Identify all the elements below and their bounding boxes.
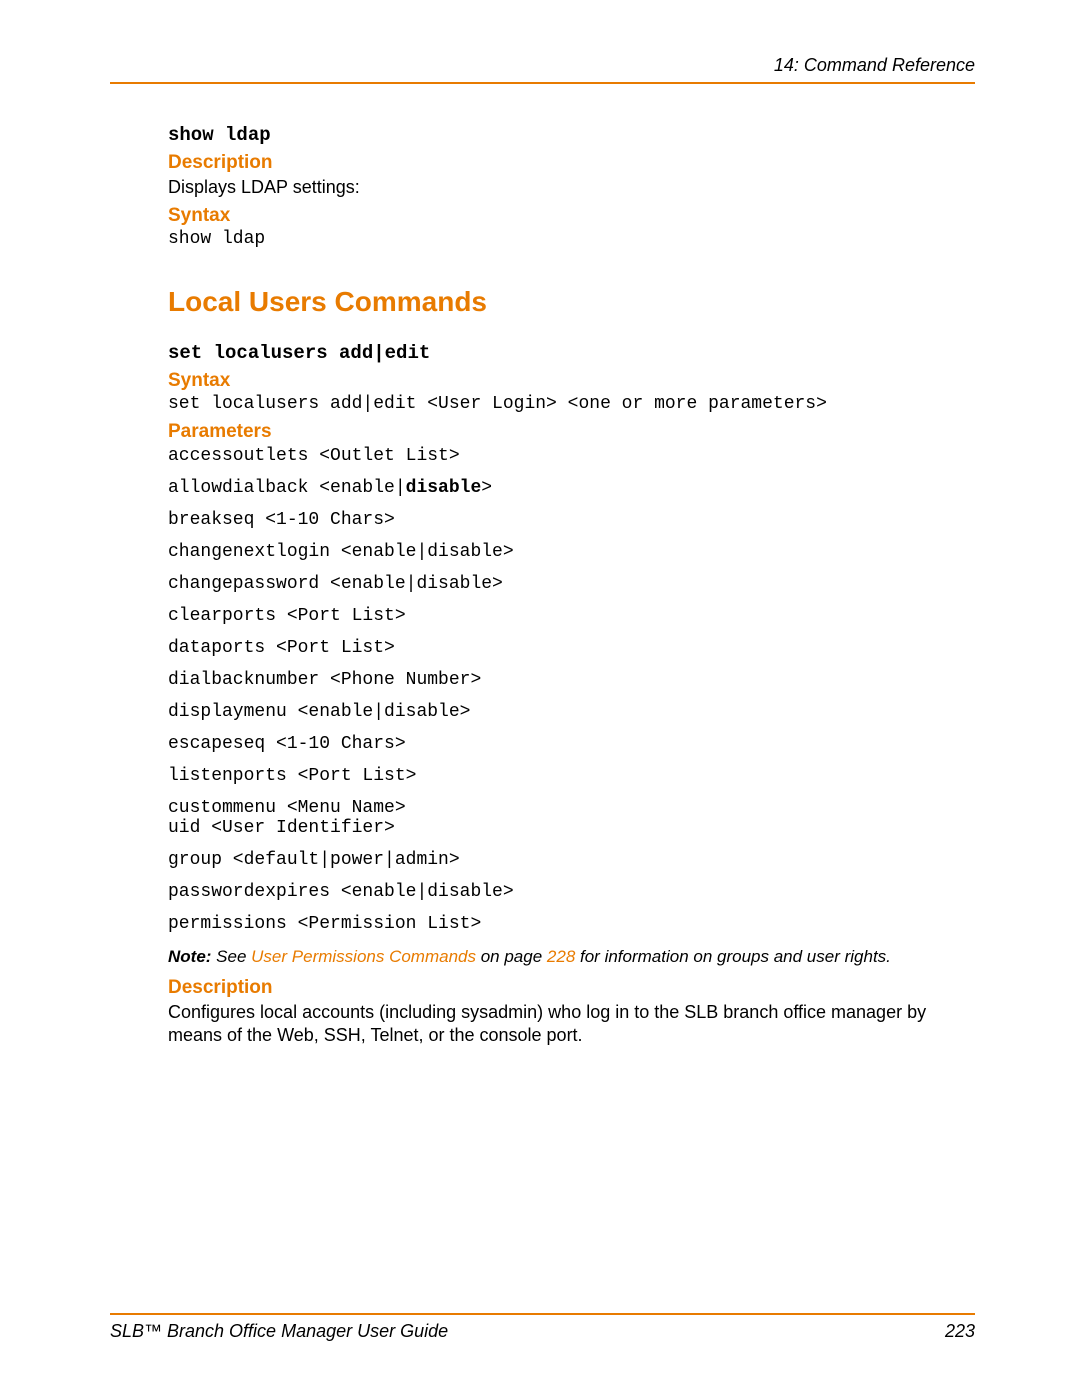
description-text: Displays LDAP settings: bbox=[168, 176, 975, 199]
syntax-heading: Syntax bbox=[168, 205, 975, 227]
note-label: Note: bbox=[168, 947, 211, 966]
param-line: clearports <Port List> bbox=[168, 607, 975, 625]
section-title: Local Users Commands bbox=[168, 286, 975, 318]
chapter-label: 14: Command Reference bbox=[774, 55, 975, 75]
param-line: listenports <Port List> bbox=[168, 767, 975, 785]
param-line: group <default|power|admin> bbox=[168, 851, 975, 869]
param-line: custommenu <Menu Name> bbox=[168, 799, 975, 817]
syntax-heading: Syntax bbox=[168, 370, 975, 392]
param-line: permissions <Permission List> bbox=[168, 915, 975, 933]
note: Note: See User Permissions Commands on p… bbox=[168, 947, 975, 967]
parameters-heading: Parameters bbox=[168, 421, 975, 443]
param-line: changenextlogin <enable|disable> bbox=[168, 543, 975, 561]
content: show ldap Description Displays LDAP sett… bbox=[110, 124, 975, 1048]
page: 14: Command Reference show ldap Descript… bbox=[0, 0, 1080, 1397]
command-name: show ldap bbox=[168, 124, 975, 146]
footer-page: 223 bbox=[945, 1321, 975, 1342]
note-link[interactable]: User Permissions Commands bbox=[251, 947, 476, 966]
param-line: changepassword <enable|disable> bbox=[168, 575, 975, 593]
note-page-link[interactable]: 228 bbox=[547, 947, 575, 966]
param-line: accessoutlets <Outlet List> bbox=[168, 447, 975, 465]
syntax-text: show ldap bbox=[168, 229, 975, 250]
description-heading: Description bbox=[168, 977, 975, 999]
parameters-block: accessoutlets <Outlet List> allowdialbac… bbox=[168, 447, 975, 933]
param-line: dialbacknumber <Phone Number> bbox=[168, 671, 975, 689]
description-text: Configures local accounts (including sys… bbox=[168, 1001, 975, 1048]
page-header: 14: Command Reference bbox=[110, 55, 975, 84]
param-line: passwordexpires <enable|disable> bbox=[168, 883, 975, 901]
command-name: set localusers add|edit bbox=[168, 342, 975, 364]
footer-title: SLB™ Branch Office Manager User Guide bbox=[110, 1321, 448, 1342]
param-line: allowdialback <enable|disable> bbox=[168, 479, 975, 497]
syntax-text: set localusers add|edit <User Login> <on… bbox=[168, 394, 975, 415]
description-heading: Description bbox=[168, 152, 975, 174]
param-line: dataports <Port List> bbox=[168, 639, 975, 657]
param-line: escapeseq <1-10 Chars> bbox=[168, 735, 975, 753]
param-line: uid <User Identifier> bbox=[168, 819, 975, 837]
page-footer: SLB™ Branch Office Manager User Guide 22… bbox=[110, 1313, 975, 1342]
param-line: breakseq <1-10 Chars> bbox=[168, 511, 975, 529]
param-line: displaymenu <enable|disable> bbox=[168, 703, 975, 721]
